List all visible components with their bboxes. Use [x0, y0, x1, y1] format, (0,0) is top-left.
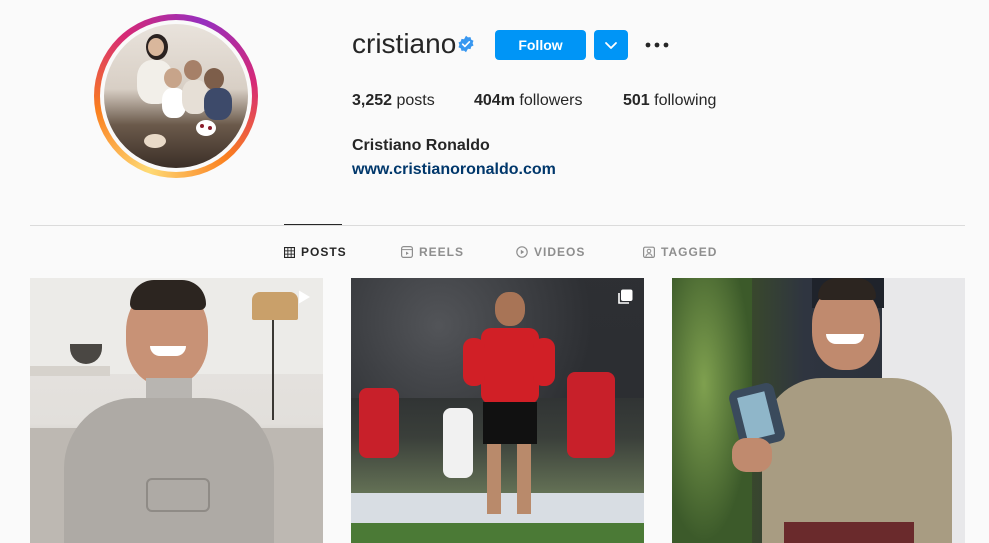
suggested-accounts-dropdown-button[interactable] [594, 30, 628, 60]
posts-count-label: posts [392, 92, 435, 109]
following-label: following [649, 92, 717, 109]
profile-full-name: Cristiano Ronaldo [352, 137, 490, 154]
multiple-photos-icon [618, 289, 633, 304]
reels-icon [401, 246, 413, 258]
play-icon [299, 290, 310, 304]
more-dots-icon [645, 42, 669, 48]
following-count: 501 [623, 92, 650, 109]
tab-videos-label: VIDEOS [534, 245, 586, 259]
tab-posts-label: POSTS [301, 245, 347, 259]
more-options-button[interactable] [643, 31, 671, 59]
tab-videos[interactable]: VIDEOS [516, 244, 585, 260]
tabs-divider [30, 225, 965, 226]
tab-tagged-label: TAGGED [661, 245, 718, 259]
profile-username: cristiano [352, 28, 457, 59]
tagged-icon [643, 246, 655, 258]
post-thumbnail[interactable] [351, 278, 644, 543]
following-link[interactable]: 501 following [623, 92, 716, 110]
avatar[interactable] [100, 20, 252, 172]
profile-website-link[interactable]: www.cristianoronaldo.com [352, 161, 556, 179]
tab-reels[interactable]: REELS [401, 244, 464, 260]
posts-count: 3,252 [352, 92, 393, 109]
chevron-down-icon [605, 42, 617, 49]
follow-button[interactable]: Follow [495, 30, 586, 60]
posts-count-stat: 3,252 posts [352, 92, 435, 110]
verified-badge-icon [458, 35, 474, 53]
followers-link[interactable]: 404m followers [474, 92, 583, 110]
tab-posts[interactable]: POSTS [284, 244, 347, 260]
tab-reels-label: REELS [419, 245, 465, 259]
video-icon [516, 246, 528, 258]
followers-label: followers [514, 92, 583, 109]
tab-tagged[interactable]: TAGGED [643, 244, 717, 260]
avatar-story-ring[interactable] [94, 14, 258, 178]
grid-icon [284, 246, 295, 258]
post-thumbnail[interactable] [30, 278, 323, 543]
followers-count: 404m [474, 92, 515, 109]
avatar-photo [104, 24, 248, 168]
active-tab-indicator [284, 224, 342, 225]
post-thumbnail[interactable] [672, 278, 965, 543]
